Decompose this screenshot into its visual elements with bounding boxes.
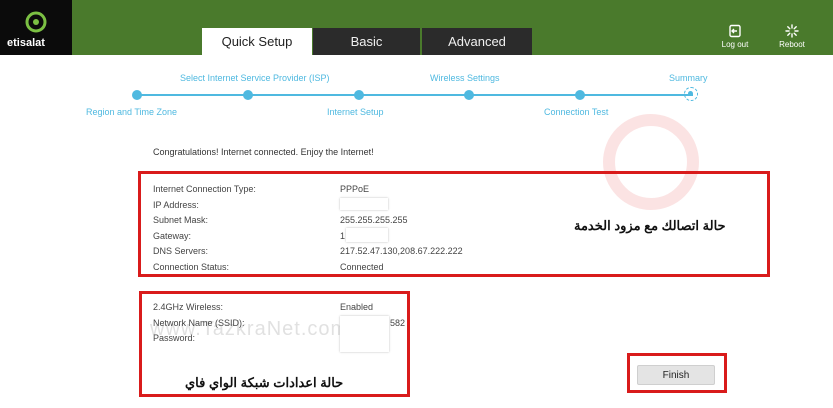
step-label-summary: Summary [669, 73, 708, 83]
step-dot-summary [684, 87, 698, 101]
top-bar: etisalat Quick Setup Basic Advanced Log … [0, 0, 833, 55]
tab-quick-setup[interactable]: Quick Setup [202, 28, 312, 55]
logout-icon [729, 24, 741, 38]
step-label-wireless: Wireless Settings [430, 73, 500, 83]
step-label-region: Region and Time Zone [86, 107, 178, 117]
reboot-label: Reboot [779, 40, 805, 49]
reboot-button[interactable]: Reboot [767, 24, 817, 49]
step-dot-wireless [464, 90, 474, 100]
congrats-message: Congratulations! Internet connected. Enj… [153, 147, 374, 157]
tab-basic[interactable]: Basic [313, 28, 420, 55]
step-dot-summary-inner [688, 91, 693, 96]
step-label-test: Connection Test [544, 107, 609, 117]
finish-button[interactable]: Finish [637, 365, 715, 385]
brand-name: etisalat [7, 37, 45, 49]
annotation-isp-status: حالة اتصالك مع مزود الخدمة [574, 218, 726, 233]
logout-label: Log out [721, 40, 749, 49]
tab-advanced[interactable]: Advanced [422, 28, 532, 55]
reboot-icon [785, 24, 799, 38]
etisalat-logo: etisalat [0, 0, 72, 55]
step-dot-test [575, 90, 585, 100]
step-label-isp: Select Internet Service Provider (ISP) [180, 73, 330, 83]
progress-line [137, 94, 693, 96]
annotation-wifi-status: حالة اعدادات شبكة الواي فاي [185, 375, 344, 390]
step-label-internet: Internet Setup [327, 107, 384, 117]
etisalat-logo-icon [25, 11, 47, 33]
logout-button[interactable]: Log out [710, 24, 760, 49]
step-dot-internet [354, 90, 364, 100]
step-dot-isp [243, 90, 253, 100]
step-dot-region [132, 90, 142, 100]
